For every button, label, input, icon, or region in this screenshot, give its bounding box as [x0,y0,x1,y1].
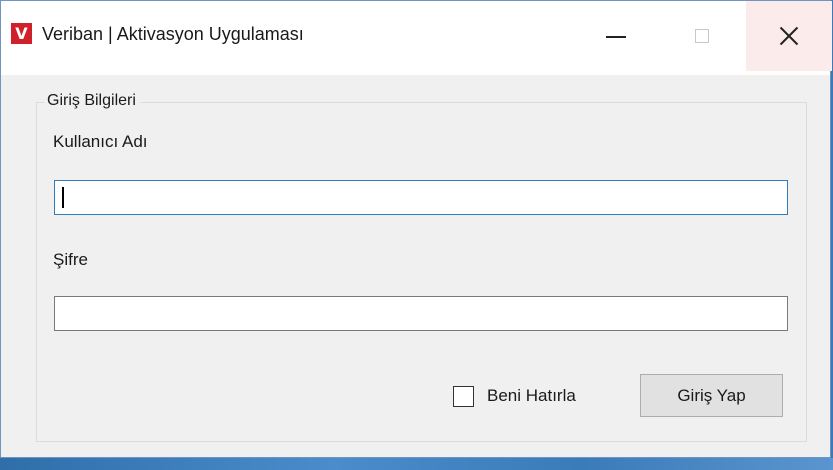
login-button[interactable]: Giriş Yap [640,374,783,417]
maximize-icon [695,29,709,43]
username-label: Kullanıcı Adı [53,132,148,151]
close-button[interactable] [746,1,832,71]
groupbox-legend: Giriş Bilgileri [44,91,140,111]
password-label: Şifre [53,250,88,269]
text-caret [62,187,64,208]
window-title: Veriban | Aktivasyon Uygulaması [42,24,304,44]
minimize-button[interactable] [573,1,659,71]
remember-me-checkbox[interactable] [453,386,474,407]
maximize-button [659,1,745,71]
minimize-icon [606,36,626,38]
username-input[interactable] [54,180,788,215]
title-bar[interactable]: V Veriban | Aktivasyon Uygulaması [1,1,832,75]
close-icon [780,27,798,45]
remember-me-label[interactable]: Beni Hatırla [487,385,576,407]
desktop-background [0,458,833,470]
password-input[interactable] [54,296,788,331]
veriban-app-icon: V [11,23,32,44]
